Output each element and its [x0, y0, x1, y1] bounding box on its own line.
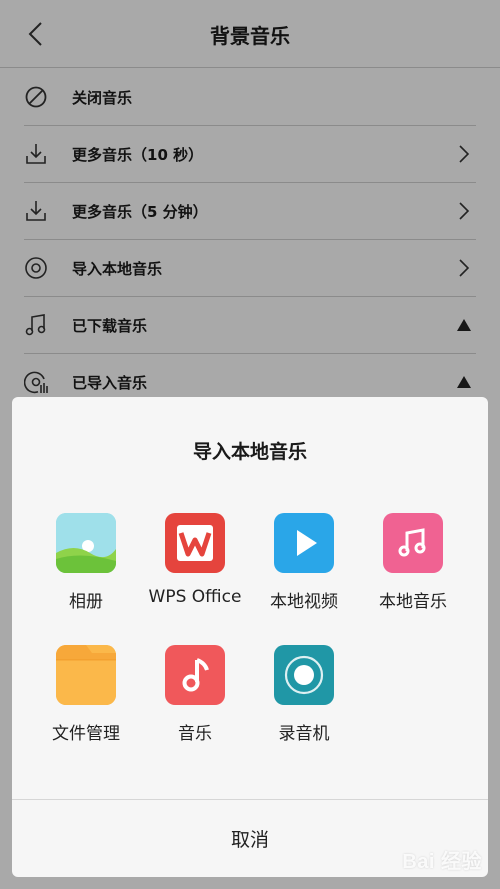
- app-local-music[interactable]: 本地音乐: [358, 513, 468, 612]
- app-wps-office[interactable]: WPS Office: [140, 513, 250, 607]
- recorder-icon: [274, 645, 334, 705]
- play-icon: [274, 513, 334, 573]
- wps-office-icon: [165, 513, 225, 573]
- folder-icon: [56, 645, 116, 705]
- baidu-jingyan-watermark: Bai 经验: [402, 851, 482, 873]
- app-file-manager[interactable]: 文件管理: [31, 645, 141, 744]
- app-label: 录音机: [278, 724, 330, 744]
- gallery-icon: [56, 513, 116, 573]
- import-local-music-sheet: 导入本地音乐 相册 WPS Office 本地视频 本地音乐 文件管理 音乐 录…: [12, 397, 488, 877]
- music-icon: [383, 513, 443, 573]
- app-label: 文件管理: [52, 724, 120, 744]
- app-recorder[interactable]: 录音机: [249, 645, 359, 744]
- music-note-icon: [165, 645, 225, 705]
- app-local-video[interactable]: 本地视频: [249, 513, 359, 612]
- app-label: 本地音乐: [379, 592, 447, 612]
- app-label: 本地视频: [270, 592, 338, 612]
- app-label: WPS Office: [148, 587, 242, 607]
- app-label: 相册: [69, 592, 103, 612]
- app-label: 音乐: [178, 724, 212, 744]
- app-gallery[interactable]: 相册: [31, 513, 141, 612]
- app-music[interactable]: 音乐: [140, 645, 250, 744]
- sheet-title: 导入本地音乐: [192, 441, 307, 463]
